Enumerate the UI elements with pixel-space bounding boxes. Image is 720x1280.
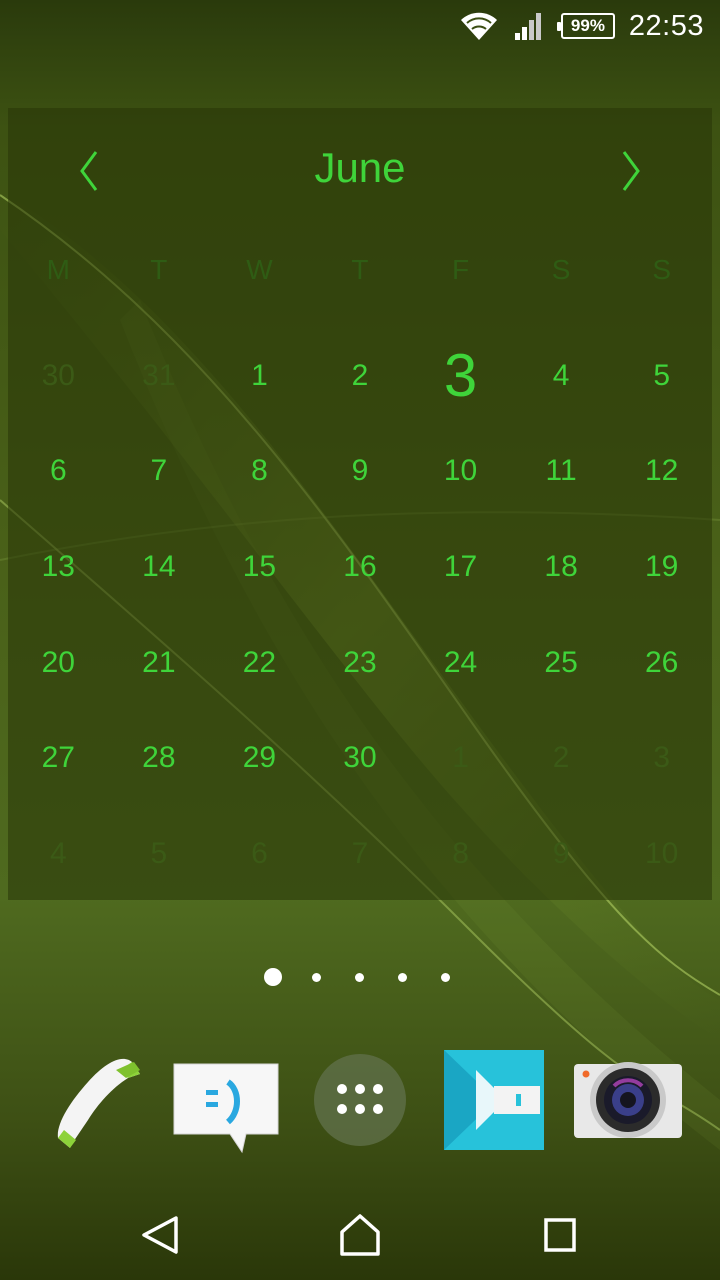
calendar-day[interactable]: 29	[209, 741, 310, 775]
messaging-icon[interactable]	[166, 1040, 286, 1160]
status-bar: 99% 22:53	[0, 0, 720, 52]
page-indicator	[0, 960, 720, 994]
calendar-day[interactable]: 23	[310, 646, 411, 680]
calendar-day[interactable]: 13	[8, 550, 109, 584]
page-dot-active[interactable]	[264, 968, 282, 986]
calendar-day[interactable]: 7	[310, 837, 411, 871]
calendar-widget: June M T W T F S S 30 31 1 2 3 4 5 6 7 8…	[8, 108, 712, 900]
calendar-day[interactable]: 11	[511, 454, 612, 488]
recents-icon[interactable]	[530, 1210, 590, 1260]
page-dot[interactable]	[355, 973, 364, 982]
back-icon[interactable]	[130, 1210, 190, 1260]
calendar-day[interactable]: 4	[8, 837, 109, 871]
calendar-day[interactable]: 5	[611, 359, 712, 393]
calendar-day[interactable]: 27	[8, 741, 109, 775]
calendar-day[interactable]: 22	[209, 646, 310, 680]
calendar-day[interactable]: 16	[310, 550, 411, 584]
calendar-day[interactable]: 9	[310, 454, 411, 488]
calendar-day[interactable]: 9	[511, 837, 612, 871]
calendar-day[interactable]: 17	[410, 550, 511, 584]
cell-signal-icon	[514, 13, 541, 40]
calendar-day[interactable]: 24	[410, 646, 511, 680]
battery-percent: 99%	[570, 16, 605, 35]
calendar-header: June	[8, 138, 712, 208]
calendar-day[interactable]: 8	[410, 837, 511, 871]
calendar-week: 20 21 22 23 24 25 26	[8, 615, 712, 711]
calendar-day[interactable]: 1	[209, 359, 310, 393]
calendar-day[interactable]: 15	[209, 550, 310, 584]
calendar-day[interactable]: 8	[209, 454, 310, 488]
calendar-week: 13 14 15 16 17 18 19	[8, 519, 712, 615]
weekday-row: M T W T F S S	[8, 254, 712, 286]
weekday-label: F	[451, 254, 470, 285]
calendar-day[interactable]: 10	[611, 837, 712, 871]
calendar-week: 6 7 8 9 10 11 12	[8, 424, 712, 520]
weekday-label: M	[46, 254, 70, 285]
video-icon[interactable]	[436, 1040, 556, 1160]
calendar-week: 4 5 6 7 8 9 10	[8, 806, 712, 902]
chevron-right-icon[interactable]	[614, 146, 650, 196]
home-icon[interactable]	[330, 1210, 390, 1260]
month-title: June	[314, 144, 406, 191]
battery-icon: 99%	[556, 13, 615, 39]
weekday-label: S	[652, 254, 671, 285]
calendar-day[interactable]: 1	[410, 741, 511, 775]
page-dot[interactable]	[398, 973, 407, 982]
calendar-day[interactable]: 2	[511, 741, 612, 775]
clock-time: 22:53	[628, 9, 704, 42]
calendar-day-today[interactable]: 3	[410, 341, 511, 410]
calendar-day[interactable]: 20	[8, 646, 109, 680]
wifi-icon	[460, 12, 497, 40]
phone-icon[interactable]	[36, 1040, 156, 1160]
calendar-grid: 30 31 1 2 3 4 5 6 7 8 9 10 11 12 13 14 1…	[8, 328, 712, 902]
weekday-label: T	[150, 254, 168, 285]
camera-icon[interactable]	[568, 1040, 688, 1160]
app-drawer-icon[interactable]	[300, 1040, 420, 1160]
calendar-day[interactable]: 4	[511, 359, 612, 393]
calendar-day[interactable]: 14	[109, 550, 210, 584]
calendar-day[interactable]: 19	[611, 550, 712, 584]
calendar-day[interactable]: 26	[611, 646, 712, 680]
calendar-day[interactable]: 6	[8, 454, 109, 488]
calendar-week: 30 31 1 2 3 4 5	[8, 328, 712, 424]
page-dot[interactable]	[312, 973, 321, 982]
calendar-day[interactable]: 7	[109, 454, 210, 488]
calendar-day[interactable]: 30	[8, 359, 109, 393]
calendar-day[interactable]: 10	[410, 454, 511, 488]
calendar-day[interactable]: 3	[611, 741, 712, 775]
page-dot[interactable]	[441, 973, 450, 982]
calendar-day[interactable]: 12	[611, 454, 712, 488]
weekday-label: W	[246, 254, 273, 285]
app-dock	[0, 1040, 720, 1160]
calendar-day[interactable]: 21	[109, 646, 210, 680]
calendar-day[interactable]: 2	[310, 359, 411, 393]
calendar-day[interactable]: 25	[511, 646, 612, 680]
calendar-week: 27 28 29 30 1 2 3	[8, 710, 712, 806]
weekday-label: S	[551, 254, 571, 285]
calendar-day[interactable]: 30	[310, 741, 411, 775]
calendar-day[interactable]: 28	[109, 741, 210, 775]
navigation-bar	[0, 1190, 720, 1280]
weekday-label: T	[351, 254, 369, 285]
calendar-day[interactable]: 5	[109, 837, 210, 871]
calendar-day[interactable]: 18	[511, 550, 612, 584]
calendar-day[interactable]: 6	[209, 837, 310, 871]
calendar-day[interactable]: 31	[109, 359, 210, 393]
